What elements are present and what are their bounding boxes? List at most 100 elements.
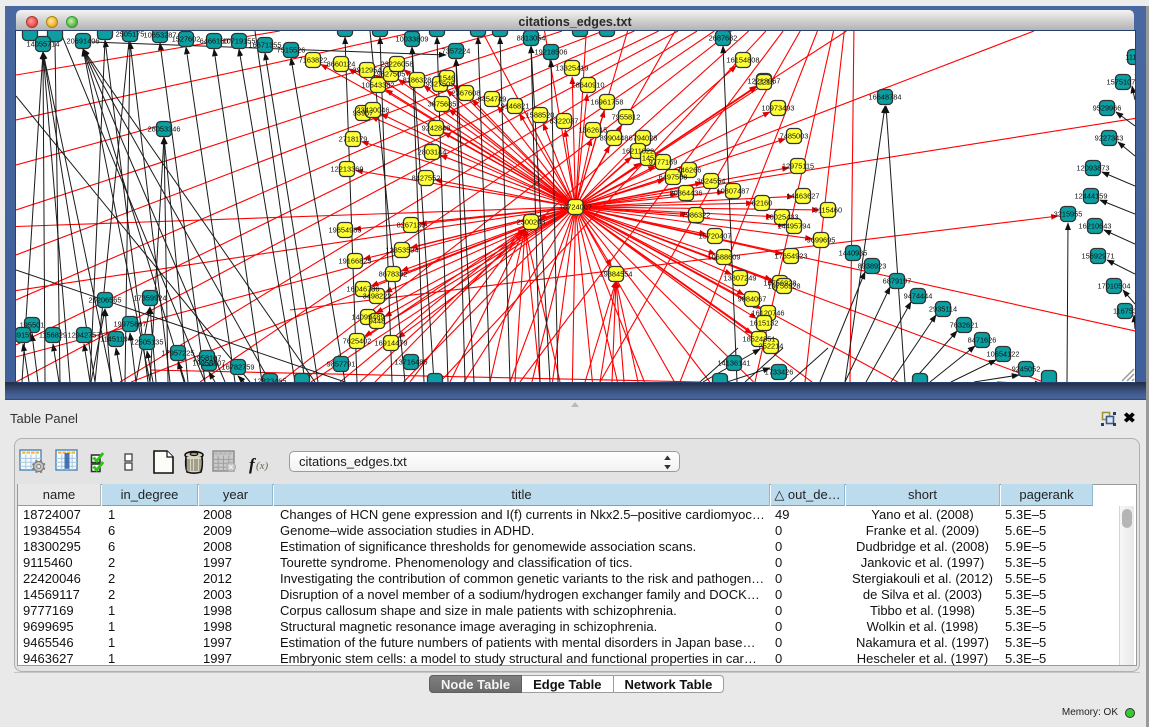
svg-text:7986322: 7986322 (682, 211, 711, 220)
svg-text:12975115: 12975115 (782, 162, 814, 171)
svg-text:116753: 116753 (1113, 307, 1135, 316)
svg-text:17359924: 17359924 (134, 294, 167, 303)
svg-text:8678332: 8678332 (379, 270, 408, 279)
svg-text:20206565: 20206565 (89, 296, 122, 305)
svg-text:8990448: 8990448 (600, 134, 629, 143)
svg-text:6794028: 6794028 (629, 134, 658, 143)
svg-text:14136141: 14136141 (718, 359, 751, 368)
svg-text:19975867: 19975867 (114, 320, 147, 329)
svg-text:16782759: 16782759 (222, 363, 255, 372)
svg-text:6497568: 6497568 (659, 173, 688, 182)
svg-text:9115460: 9115460 (814, 206, 842, 215)
svg-text:9242848: 9242848 (422, 124, 451, 133)
svg-text:1156829: 1156829 (39, 331, 67, 340)
svg-text:20691406: 20691406 (67, 37, 100, 46)
svg-text:9146821: 9146821 (501, 102, 530, 111)
svg-text:17654923: 17654923 (775, 252, 808, 261)
svg-text:9474444: 9474444 (904, 292, 933, 301)
svg-text:9227343: 9227343 (1095, 134, 1124, 143)
svg-text:16120746: 16120746 (752, 309, 785, 318)
svg-text:3624554: 3624554 (697, 177, 726, 186)
svg-text:1440935: 1440935 (839, 249, 868, 258)
svg-text:3875685: 3875685 (428, 100, 457, 109)
svg-text:2718179: 2718179 (339, 135, 368, 144)
svg-text:8938923: 8938923 (858, 262, 887, 271)
svg-text:12942757: 12942757 (68, 331, 101, 340)
svg-text:14495794: 14495794 (778, 222, 811, 231)
svg-text:2300203: 2300203 (517, 218, 546, 227)
svg-text:9529966: 9529966 (1093, 104, 1122, 113)
svg-text:10033809: 10033809 (396, 35, 429, 44)
svg-text:10973493: 10973493 (762, 104, 795, 113)
svg-text:62160: 62160 (752, 199, 773, 208)
svg-text:16648784: 16648784 (869, 93, 902, 102)
svg-text:17010504: 17010504 (1098, 282, 1131, 291)
svg-text:7632621: 7632621 (950, 321, 979, 330)
svg-text:8660124: 8660124 (327, 60, 356, 69)
svg-text:195501: 195501 (20, 321, 45, 330)
svg-text:12505135: 12505135 (131, 338, 164, 347)
svg-text:(x): (x) (256, 460, 269, 472)
svg-text:2803144: 2803144 (418, 148, 447, 157)
svg-text:19218506: 19218506 (535, 48, 568, 57)
svg-text:16914479: 16914479 (375, 339, 408, 348)
svg-text:9857791: 9857791 (327, 360, 356, 369)
svg-text:8427552: 8427552 (412, 174, 441, 183)
svg-text:14463627: 14463627 (787, 192, 820, 201)
svg-text:10688609: 10688609 (708, 253, 741, 262)
svg-text:16154808: 16154808 (727, 56, 760, 65)
svg-text:15692971: 15692971 (1082, 252, 1115, 261)
svg-text:19384554: 19384554 (600, 270, 633, 279)
svg-text:19756928: 19756928 (768, 282, 801, 291)
svg-text:12444159: 12444159 (1075, 192, 1108, 201)
svg-text:12093873: 12093873 (1077, 164, 1110, 173)
svg-text:8322037: 8322037 (550, 117, 579, 126)
svg-text:252214: 252214 (759, 342, 784, 351)
svg-text:9699695: 9699695 (807, 236, 836, 245)
svg-text:15751074: 15751074 (1107, 78, 1135, 87)
svg-text:6879197: 6879197 (883, 277, 912, 286)
svg-text:11125: 11125 (1125, 53, 1135, 62)
svg-text:12213369: 12213369 (331, 165, 364, 174)
svg-text:8267130: 8267130 (397, 221, 426, 230)
svg-text:2367608: 2367608 (452, 89, 481, 98)
svg-text:8471626: 8471626 (968, 336, 997, 345)
svg-text:7515526: 7515526 (277, 46, 306, 55)
svg-text:23226058: 23226058 (381, 60, 414, 69)
svg-text:7485003: 7485003 (780, 132, 809, 141)
svg-text:7955812: 7955812 (612, 113, 641, 122)
svg-text:9084067: 9084067 (738, 295, 767, 304)
svg-text:9777169: 9777169 (649, 158, 678, 167)
svg-text:3215955: 3215955 (1054, 210, 1083, 219)
svg-text:2687682: 2687682 (709, 34, 738, 43)
svg-text:3498222: 3498222 (363, 292, 392, 301)
svg-text:12213: 12213 (754, 78, 775, 87)
svg-text:14055714: 14055714 (27, 40, 60, 49)
svg-text:9448: 9448 (369, 317, 385, 326)
svg-text:28053346: 28053346 (148, 125, 181, 134)
svg-text:1546: 1546 (439, 74, 455, 83)
svg-text:1527602: 1527602 (172, 35, 201, 44)
svg-text:20364436: 20364436 (670, 189, 703, 198)
svg-text:13807249: 13807249 (724, 274, 757, 283)
svg-text:2935114: 2935114 (929, 305, 957, 314)
svg-text:10543382: 10543382 (362, 81, 395, 90)
svg-text:7625402: 7625402 (343, 337, 372, 346)
svg-text:13325419: 13325419 (556, 64, 589, 73)
svg-text:8813054: 8813054 (517, 34, 546, 43)
svg-text:16961758: 16961758 (591, 98, 624, 107)
svg-text:39159: 39159 (16, 331, 33, 340)
svg-text:19166825: 19166825 (339, 257, 372, 266)
svg-text:12823465: 12823465 (254, 377, 287, 383)
svg-text:17957225: 17957225 (162, 349, 195, 358)
svg-text:18724007: 18724007 (559, 203, 592, 212)
svg-text:2505175: 2505175 (116, 31, 145, 39)
svg-text:10654122: 10654122 (987, 350, 1020, 359)
svg-text:23420046: 23420046 (357, 106, 390, 115)
svg-text:7163822: 7163822 (299, 56, 328, 65)
svg-text:15720407: 15720407 (699, 232, 732, 241)
svg-text:1615132: 1615132 (750, 319, 779, 328)
svg-text:3912954: 3912954 (353, 66, 382, 75)
svg-text:11451194: 11451194 (100, 335, 132, 344)
svg-text:10807487: 10807487 (717, 187, 750, 196)
